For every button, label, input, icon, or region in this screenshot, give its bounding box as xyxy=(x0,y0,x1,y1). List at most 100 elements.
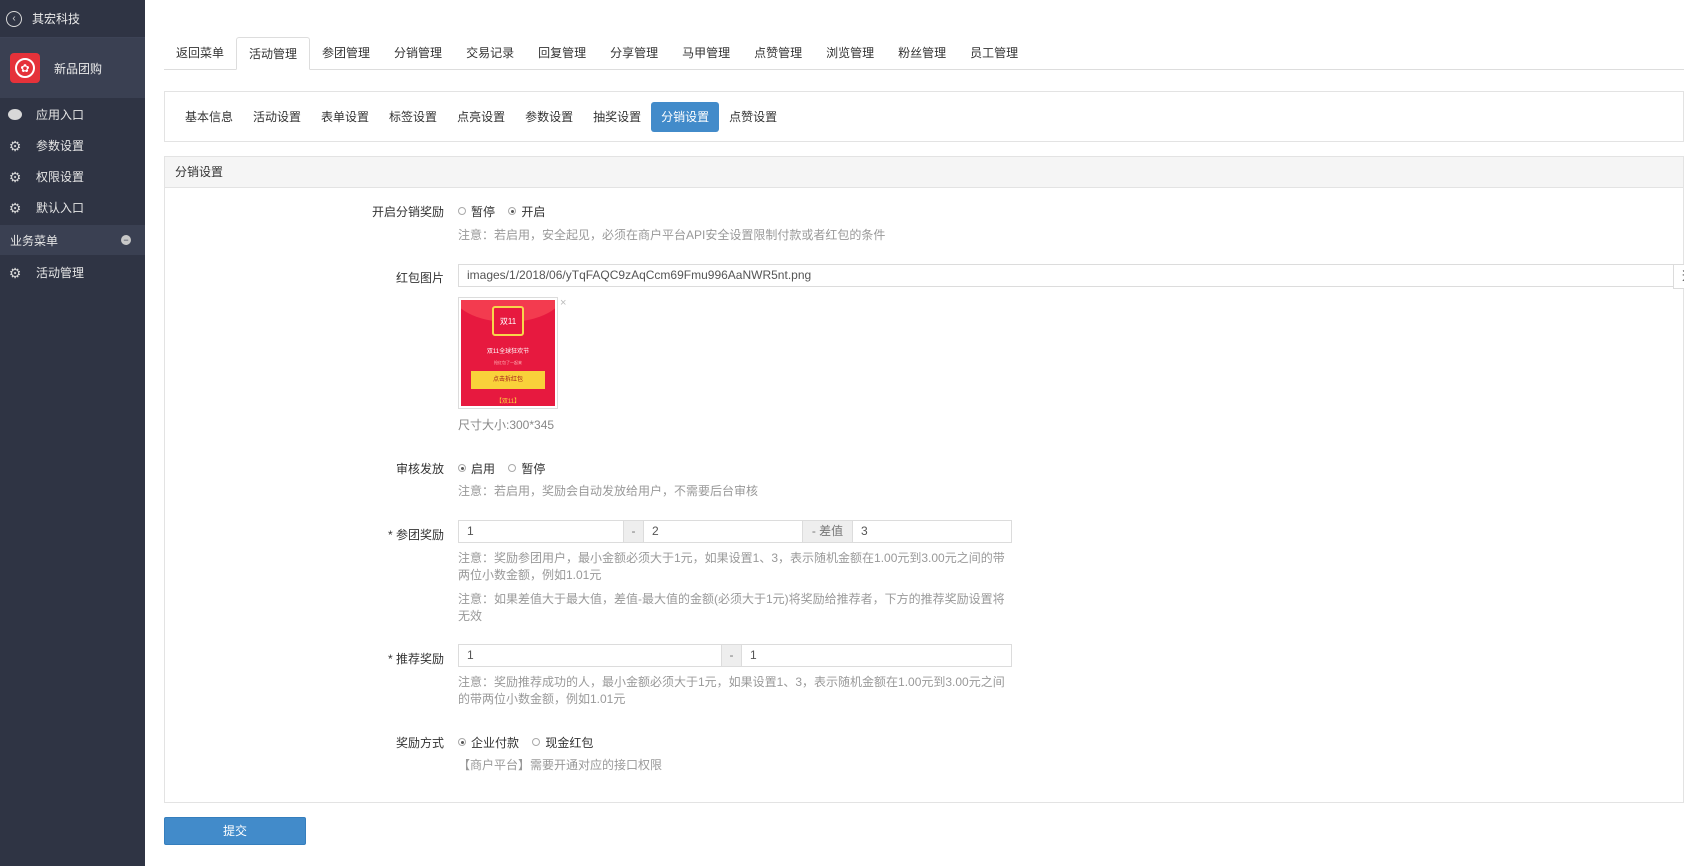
tab-staff[interactable]: 员工管理 xyxy=(958,37,1030,70)
sidebar-item-label: 权限设置 xyxy=(36,170,85,184)
top-tabs: 返回菜单 活动管理 参团管理 分销管理 交易记录 回复管理 分享管理 马甲管理 … xyxy=(164,37,1684,70)
sidebar-group-label: 业务菜单 xyxy=(10,233,59,248)
preview-badge: 双11 xyxy=(492,306,524,336)
note-distribution-reward: 注意：若启用，安全起见，必须在商户平台API安全设置限制付款或者红包的条件 xyxy=(458,228,886,242)
preview-button: 点击拆红包 xyxy=(471,371,545,389)
diff-label: - 差值 xyxy=(803,520,852,543)
radio-label: 暂停 xyxy=(471,205,496,219)
back-arrow-icon: ‹ xyxy=(6,10,22,27)
label-red-packet-image: 红包图片 xyxy=(395,271,444,285)
group-reward-min-input[interactable]: 1 xyxy=(458,520,624,543)
radio-enterprise-payment[interactable]: 企业付款 xyxy=(458,736,519,750)
tab-replies[interactable]: 回复管理 xyxy=(526,37,598,70)
referral-reward-max-input[interactable]: 1 xyxy=(741,644,1012,667)
preview-line1: 双11全球狂欢节 xyxy=(486,349,530,355)
sidebar-item-params[interactable]: ⚙ 参数设置 xyxy=(0,130,145,161)
tab-back-menu[interactable]: 返回菜单 xyxy=(164,37,236,70)
radio-enable[interactable]: 启用 xyxy=(458,462,495,476)
radio-cash-red-packet[interactable]: 现金红包 xyxy=(532,736,593,750)
tab-views[interactable]: 浏览管理 xyxy=(814,37,886,70)
tab-fans[interactable]: 粉丝管理 xyxy=(886,37,958,70)
collapse-icon[interactable]: − xyxy=(121,235,131,245)
subtab-distribution-settings[interactable]: 分销设置 xyxy=(651,101,720,132)
tab-transactions[interactable]: 交易记录 xyxy=(454,37,526,70)
note-referral-reward: 注意：奖励推荐成功的人，最小金额必须大于1元，如果设置1、3，表示随机金额在1.… xyxy=(458,675,1005,706)
label-referral-reward: * 推荐奖励 xyxy=(387,652,444,666)
app-name: 新品团购 xyxy=(54,61,103,76)
note-group-reward-1: 注意：奖励参团用户，最小金额必须大于1元，如果设置1、3，表示随机金额在1.00… xyxy=(458,551,1005,582)
radio-circle[interactable] xyxy=(532,738,541,746)
tab-likes[interactable]: 点赞管理 xyxy=(742,37,814,70)
label-review-release: 审核发放 xyxy=(395,462,444,476)
radio-pause[interactable]: 暂停 xyxy=(458,205,495,219)
image-size-note: 尺寸大小:300*345 xyxy=(458,418,555,432)
label-reward-method: 奖励方式 xyxy=(395,736,444,750)
tab-vest[interactable]: 马甲管理 xyxy=(670,37,742,70)
back-to-org[interactable]: ‹ 其宏科技 xyxy=(0,0,145,38)
submit-button[interactable]: 提交 xyxy=(164,817,306,845)
subtab-activity-settings[interactable]: 活动设置 xyxy=(243,102,311,132)
subtab-param-settings[interactable]: 参数设置 xyxy=(515,102,583,132)
radio-label: 开启 xyxy=(521,205,546,219)
subtab-basic-info[interactable]: 基本信息 xyxy=(175,102,243,132)
note-review-release: 注意：若启用，奖励会自动发放给用户，不需要后台审核 xyxy=(458,484,759,498)
radio-circle[interactable] xyxy=(458,207,466,215)
sidebar-item-app-entry[interactable]: 应用入口 xyxy=(0,99,145,130)
radio-circle[interactable] xyxy=(458,738,466,746)
review-release-radios: 启用 暂停 xyxy=(458,460,555,477)
choose-image-button[interactable]: 选择图片 xyxy=(1673,264,1684,289)
distribution-reward-radios: 暂停 开启 xyxy=(458,203,555,220)
radio-label: 启用 xyxy=(471,462,496,476)
sidebar-item-label: 参数设置 xyxy=(36,139,85,153)
red-packet-image: 双11 双11全球狂欢节 抢红包了一起来 点击拆红包 【双11】 xyxy=(461,300,555,406)
gear-icon: ⚙ xyxy=(8,137,22,154)
radio-enable[interactable]: 开启 xyxy=(508,205,545,219)
sub-tabs: 基本信息 活动设置 表单设置 标签设置 点亮设置 参数设置 抽奖设置 分销设置 … xyxy=(164,91,1684,142)
red-packet-preview: 双11 双11全球狂欢节 抢红包了一起来 点击拆红包 【双11】 xyxy=(458,297,558,409)
group-reward-max-input[interactable]: 2 xyxy=(643,520,803,543)
gear-icon: ⚙ xyxy=(8,264,22,281)
reward-method-radios: 企业付款 现金红包 xyxy=(458,734,603,751)
subtab-light-settings[interactable]: 点亮设置 xyxy=(447,102,515,132)
gear-icon: ⚙ xyxy=(8,168,22,185)
gear-icon: ⚙ xyxy=(8,199,22,216)
org-name: 其宏科技 xyxy=(32,12,81,26)
group-reward-diff-input[interactable]: 3 xyxy=(852,520,1012,543)
tab-activity[interactable]: 活动管理 xyxy=(236,37,311,70)
preview-line2: 抢红包了一起来 xyxy=(494,360,522,365)
radio-circle[interactable] xyxy=(508,464,517,472)
tab-share[interactable]: 分享管理 xyxy=(598,37,670,70)
note-group-reward-2: 注意：如果差值大于最大值，差值-最大值的金额(必须大于1元)将奖励给推荐者，下方… xyxy=(458,592,1005,623)
label-group-reward: * 参团奖励 xyxy=(387,528,444,542)
sidebar-group-business[interactable]: 业务菜单 − xyxy=(0,225,145,255)
radio-circle[interactable] xyxy=(508,207,517,215)
radio-label: 现金红包 xyxy=(545,736,594,750)
sidebar-item-label: 应用入口 xyxy=(36,108,85,122)
sidebar-item-label: 默认入口 xyxy=(36,201,85,215)
radio-label: 企业付款 xyxy=(471,736,520,750)
subtab-tag-settings[interactable]: 标签设置 xyxy=(379,102,447,132)
sidebar-item-label: 活动管理 xyxy=(36,266,85,280)
preview-tag: 【双11】 xyxy=(495,399,521,405)
tab-distribution[interactable]: 分销管理 xyxy=(382,37,454,70)
tab-group-join[interactable]: 参团管理 xyxy=(310,37,382,70)
label-distribution-reward: 开启分销奖励 xyxy=(371,205,444,219)
sidebar: ‹ 其宏科技 ✿ 新品团购 应用入口 ⚙ 参数设置 ⚙ 权限设置 ⚙ 默认入口 … xyxy=(0,0,145,866)
sidebar-item-default-entry[interactable]: ⚙ 默认入口 xyxy=(0,192,145,223)
panel-title: 分销设置 xyxy=(165,157,1683,188)
radio-pause[interactable]: 暂停 xyxy=(508,462,545,476)
red-packet-image-path-input[interactable]: images/1/2018/06/yTqFAQC9zAqCcm69Fmu996A… xyxy=(458,264,1674,287)
subtab-lottery-settings[interactable]: 抽奖设置 xyxy=(583,102,651,132)
radio-circle[interactable] xyxy=(458,464,466,472)
range-separator: - xyxy=(624,520,643,543)
remove-image-icon[interactable]: × xyxy=(560,297,566,309)
range-separator: - xyxy=(722,644,741,667)
app-header: ✿ 新品团购 xyxy=(0,38,145,98)
subtab-like-settings[interactable]: 点赞设置 xyxy=(719,102,787,132)
sidebar-item-activity[interactable]: ⚙ 活动管理 xyxy=(0,257,145,288)
subtab-form-settings[interactable]: 表单设置 xyxy=(311,102,379,132)
referral-reward-min-input[interactable]: 1 xyxy=(458,644,722,667)
radio-label: 暂停 xyxy=(521,462,546,476)
chat-bubble-icon xyxy=(8,108,22,122)
sidebar-item-permissions[interactable]: ⚙ 权限设置 xyxy=(0,161,145,192)
